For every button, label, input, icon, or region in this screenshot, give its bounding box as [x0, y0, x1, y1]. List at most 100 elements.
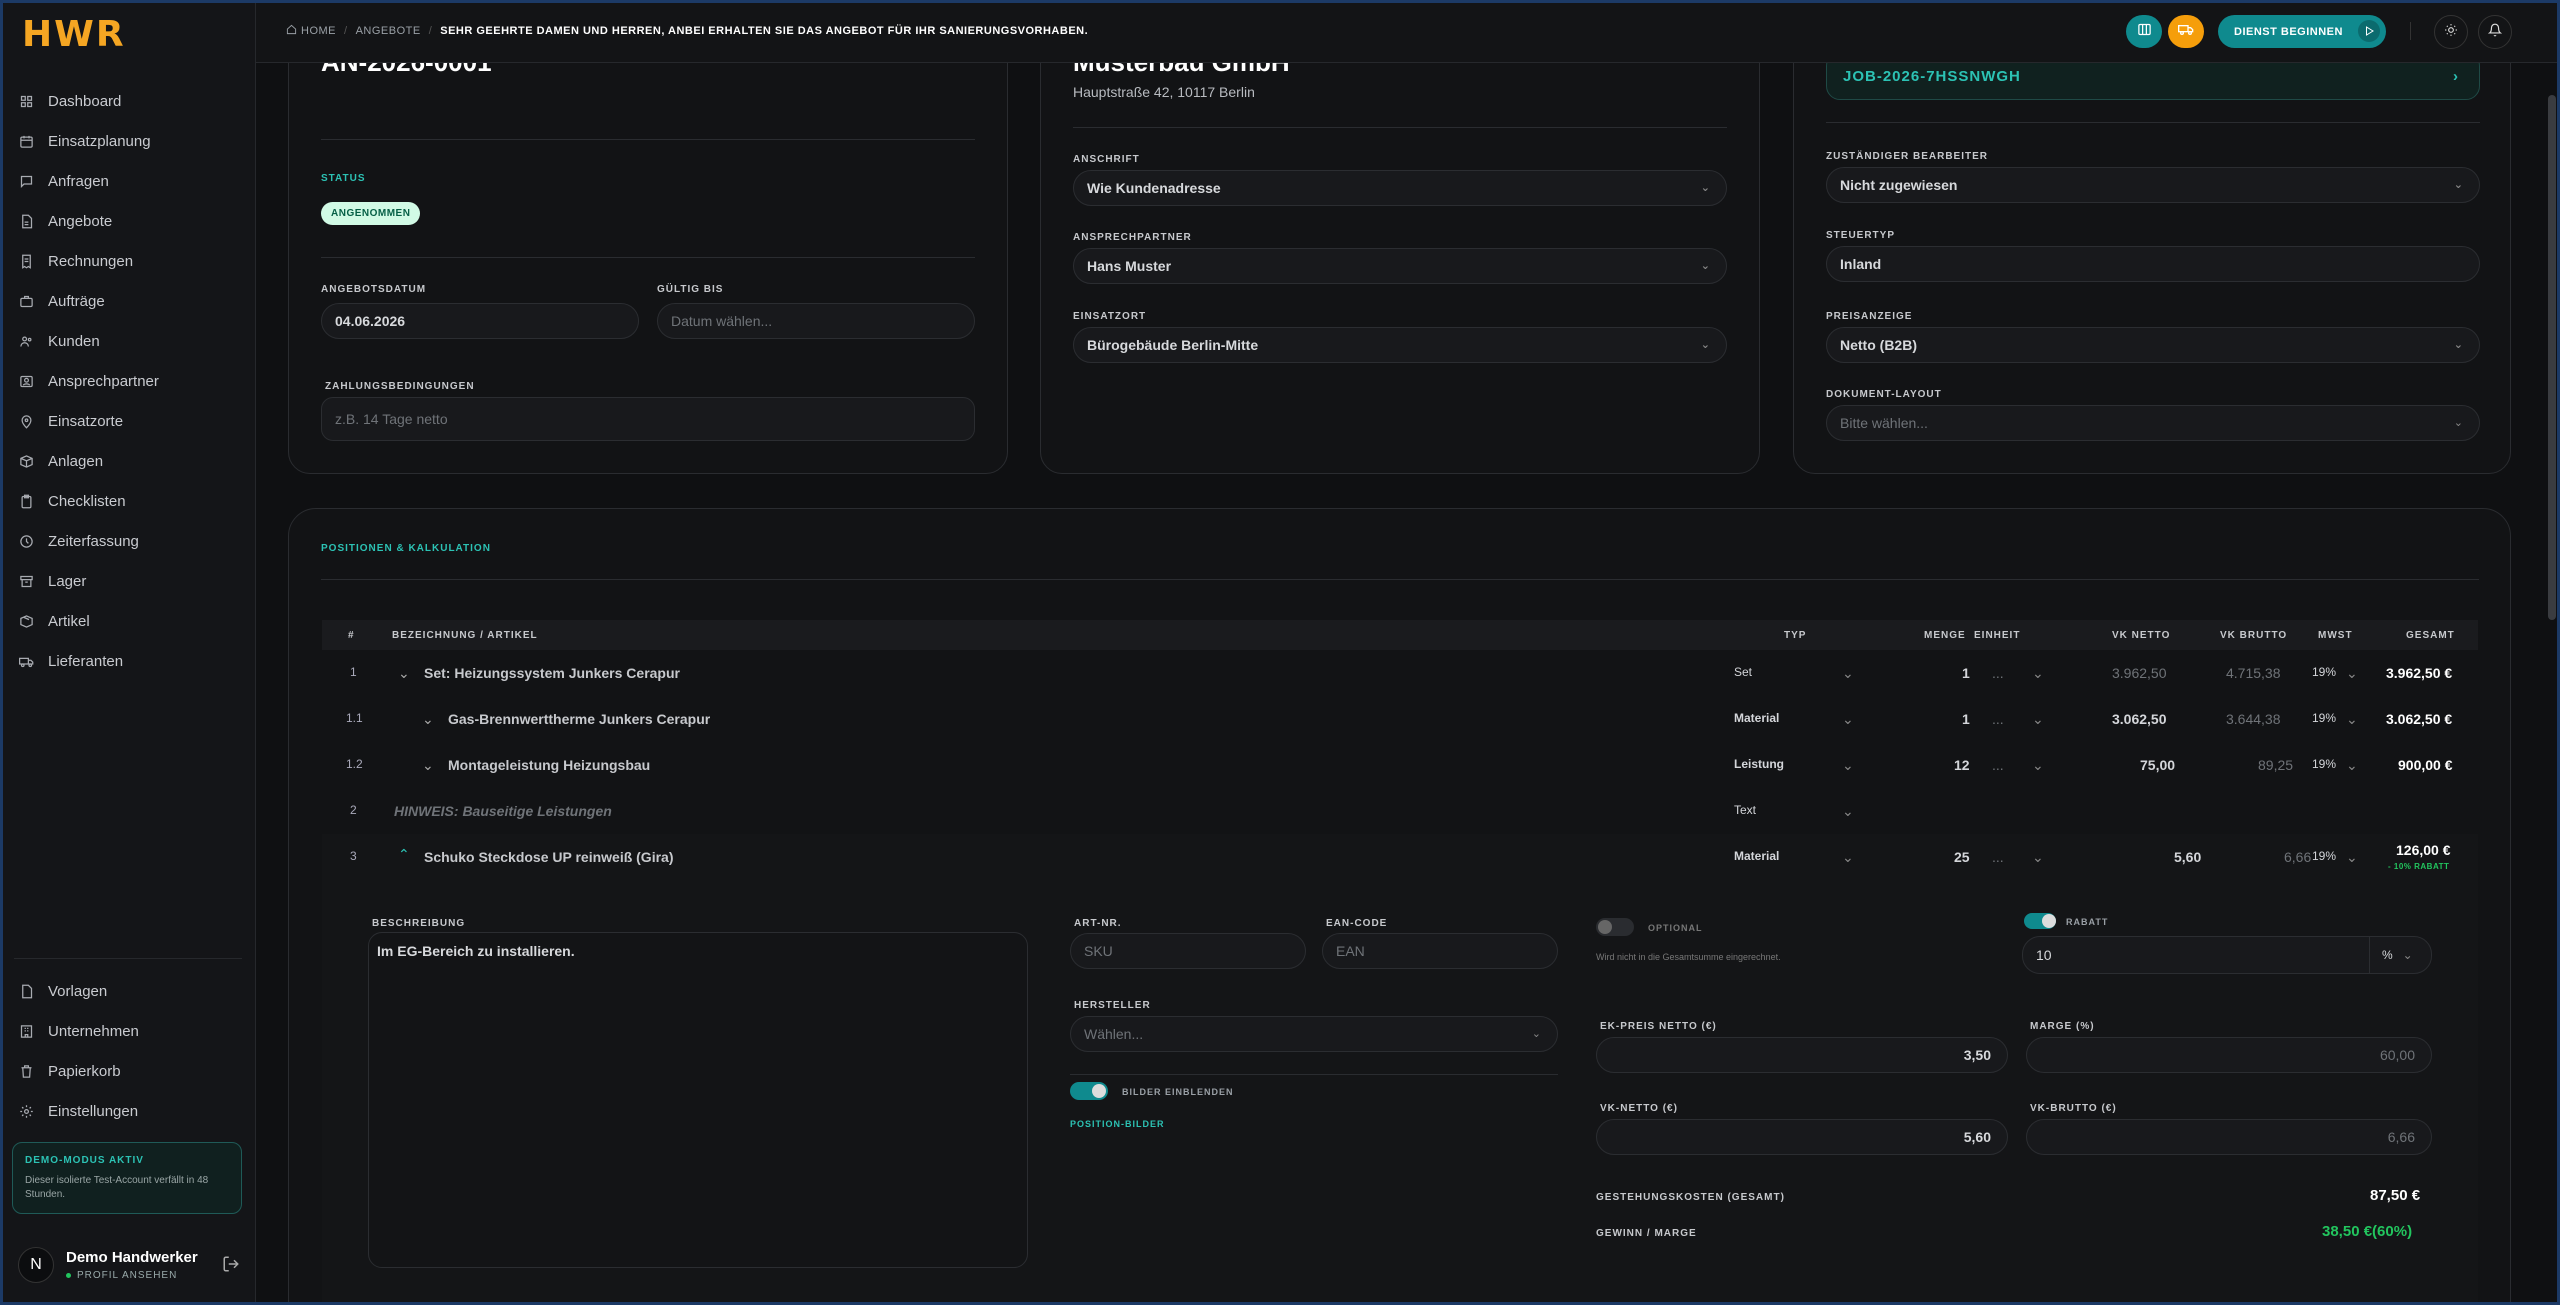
discount-input[interactable]: 10 % ⌄: [2022, 936, 2432, 974]
site-select[interactable]: Bürogebäude Berlin-Mitte ⌄: [1073, 327, 1727, 363]
page-scrollbar[interactable]: [2548, 95, 2556, 620]
sidebar-item-artikel[interactable]: Artikel: [18, 601, 240, 641]
row-vk-gross[interactable]: 89,25: [2258, 757, 2293, 773]
offer-date-field[interactable]: 04.06.2026: [321, 303, 639, 339]
row-name[interactable]: Schuko Steckdose UP reinweiß (Gira): [424, 849, 673, 865]
row-vat[interactable]: 19%: [2312, 849, 2336, 863]
sidebar-item-papierkorb[interactable]: Papierkorb: [18, 1051, 240, 1091]
breadcrumb-angebote[interactable]: ANGEBOTE: [356, 25, 421, 37]
editor-select[interactable]: Nicht zugewiesen ⌄: [1826, 167, 2480, 203]
row-name[interactable]: Montageleistung Heizungsbau: [448, 757, 650, 773]
chevron-up-icon[interactable]: ⌃: [398, 846, 410, 863]
chevron-down-icon[interactable]: ⌄: [1842, 665, 1854, 682]
discount-toggle[interactable]: [2024, 913, 2056, 929]
discount-unit-select[interactable]: % ⌄: [2369, 937, 2431, 973]
chevron-down-icon[interactable]: ⌄: [422, 757, 434, 774]
row-vk-gross[interactable]: 3.644,38: [2226, 711, 2281, 727]
valid-until-field[interactable]: Datum wählen...: [657, 303, 975, 339]
price-display-select[interactable]: Netto (B2B) ⌄: [1826, 327, 2480, 363]
row-type[interactable]: Text: [1734, 803, 1756, 817]
chevron-down-icon[interactable]: ⌄: [1842, 803, 1854, 820]
row-unit[interactable]: ...: [1992, 849, 2004, 865]
row-vk-net[interactable]: 3.062,50: [2112, 711, 2167, 727]
chevron-down-icon[interactable]: ⌄: [422, 711, 434, 728]
home-icon[interactable]: [286, 24, 297, 38]
table-row[interactable]: 1 ⌄ Set: Heizungssystem Junkers Cerapur …: [322, 650, 2478, 696]
vehicle-button[interactable]: [2168, 15, 2204, 48]
sidebar-item-einsatzorte[interactable]: Einsatzorte: [18, 401, 240, 441]
row-vk-net[interactable]: 5,60: [2174, 849, 2201, 865]
user-profile[interactable]: N Demo Handwerker PROFIL ANSEHEN: [18, 1247, 240, 1283]
sidebar-item-vorlagen[interactable]: Vorlagen: [18, 971, 240, 1011]
chevron-down-icon[interactable]: ⌄: [2346, 711, 2358, 728]
chevron-down-icon[interactable]: ⌄: [2346, 665, 2358, 682]
row-qty[interactable]: 1: [1962, 665, 1970, 681]
row-qty[interactable]: 1: [1962, 711, 1970, 727]
chevron-down-icon[interactable]: ⌄: [1842, 711, 1854, 728]
row-name[interactable]: Gas-Brennwerttherme Junkers Cerapur: [448, 711, 710, 727]
sidebar-item-angebote[interactable]: Angebote: [18, 201, 240, 241]
description-textarea[interactable]: Im EG-Bereich zu installieren.: [368, 932, 1028, 1268]
article-number-input[interactable]: SKU: [1070, 933, 1306, 969]
sidebar-item-anfragen[interactable]: Anfragen: [18, 161, 240, 201]
start-shift-button[interactable]: DIENST BEGINNEN: [2218, 15, 2386, 48]
chevron-down-icon[interactable]: ⌄: [2032, 665, 2044, 682]
row-type[interactable]: Material: [1734, 711, 1779, 725]
sidebar-item-lieferanten[interactable]: Lieferanten: [18, 641, 240, 681]
map-button[interactable]: [2126, 15, 2162, 48]
optional-toggle[interactable]: [1596, 918, 1634, 936]
sidebar-item-checklisten[interactable]: Checklisten: [18, 481, 240, 521]
row-vk-net[interactable]: 3.962,50: [2112, 665, 2167, 681]
theme-toggle-button[interactable]: [2434, 15, 2468, 49]
table-row[interactable]: 1.1 ⌄ Gas-Brennwerttherme Junkers Cerapu…: [322, 696, 2478, 742]
sidebar-item-zeiterfassung[interactable]: Zeiterfassung: [18, 521, 240, 561]
ean-input[interactable]: EAN: [1322, 933, 1558, 969]
show-images-toggle[interactable]: [1070, 1082, 1108, 1100]
chevron-down-icon[interactable]: ⌄: [2346, 849, 2358, 866]
sidebar-item-unternehmen[interactable]: Unternehmen: [18, 1011, 240, 1051]
chevron-down-icon[interactable]: ⌄: [1842, 849, 1854, 866]
row-type[interactable]: Material: [1734, 849, 1779, 863]
row-vk-gross[interactable]: 4.715,38: [2226, 665, 2281, 681]
sidebar-item-kunden[interactable]: Kunden: [18, 321, 240, 361]
chevron-down-icon[interactable]: ⌄: [2346, 757, 2358, 774]
breadcrumb-home[interactable]: HOME: [301, 25, 336, 37]
app-logo[interactable]: HWR: [22, 14, 126, 55]
contact-select[interactable]: Hans Muster ⌄: [1073, 248, 1727, 284]
sidebar-item-aufträge[interactable]: Aufträge: [18, 281, 240, 321]
sidebar-item-lager[interactable]: Lager: [18, 561, 240, 601]
position-images-link[interactable]: POSITION-BILDER: [1070, 1119, 1165, 1129]
row-unit[interactable]: ...: [1992, 757, 2004, 773]
table-row[interactable]: 1.2 ⌄ Montageleistung Heizungsbau Leistu…: [322, 742, 2478, 788]
sales-gross-input[interactable]: 6,66: [2026, 1119, 2432, 1155]
chevron-down-icon[interactable]: ⌄: [2032, 849, 2044, 866]
row-unit[interactable]: ...: [1992, 665, 2004, 681]
manufacturer-select[interactable]: Wählen... ⌄: [1070, 1016, 1558, 1052]
row-qty[interactable]: 12: [1954, 757, 1970, 773]
table-row[interactable]: 3 ⌃ Schuko Steckdose UP reinweiß (Gira) …: [322, 834, 2478, 880]
sidebar-item-einsatzplanung[interactable]: Einsatzplanung: [18, 121, 240, 161]
row-vk-gross[interactable]: 6,66: [2284, 849, 2311, 865]
sales-net-input[interactable]: 5,60: [1596, 1119, 2008, 1155]
table-row[interactable]: 2 HINWEIS: Bauseitige Leistungen Text ⌄: [322, 788, 2478, 834]
chevron-down-icon[interactable]: ⌄: [398, 665, 410, 682]
notifications-button[interactable]: [2478, 15, 2512, 49]
row-vat[interactable]: 19%: [2312, 711, 2336, 725]
chevron-down-icon[interactable]: ⌄: [2032, 711, 2044, 728]
sidebar-item-einstellungen[interactable]: Einstellungen: [18, 1091, 240, 1131]
anschrift-select[interactable]: Wie Kundenadresse ⌄: [1073, 170, 1727, 206]
chevron-down-icon[interactable]: ⌄: [1842, 757, 1854, 774]
purchase-price-input[interactable]: 3,50: [1596, 1037, 2008, 1073]
row-qty[interactable]: 25: [1954, 849, 1970, 865]
margin-input[interactable]: 60,00: [2026, 1037, 2432, 1073]
layout-select[interactable]: Bitte wählen... ⌄: [1826, 405, 2480, 441]
row-name[interactable]: Set: Heizungssystem Junkers Cerapur: [424, 665, 680, 681]
sidebar-item-anlagen[interactable]: Anlagen: [18, 441, 240, 481]
row-vat[interactable]: 19%: [2312, 665, 2336, 679]
logout-icon[interactable]: [222, 1255, 240, 1278]
avatar[interactable]: N: [18, 1247, 54, 1283]
profile-link[interactable]: PROFIL ANSEHEN: [66, 1270, 198, 1281]
sidebar-item-dashboard[interactable]: Dashboard: [18, 81, 240, 121]
row-type[interactable]: Set: [1734, 665, 1752, 679]
row-name[interactable]: HINWEIS: Bauseitige Leistungen: [394, 803, 612, 819]
